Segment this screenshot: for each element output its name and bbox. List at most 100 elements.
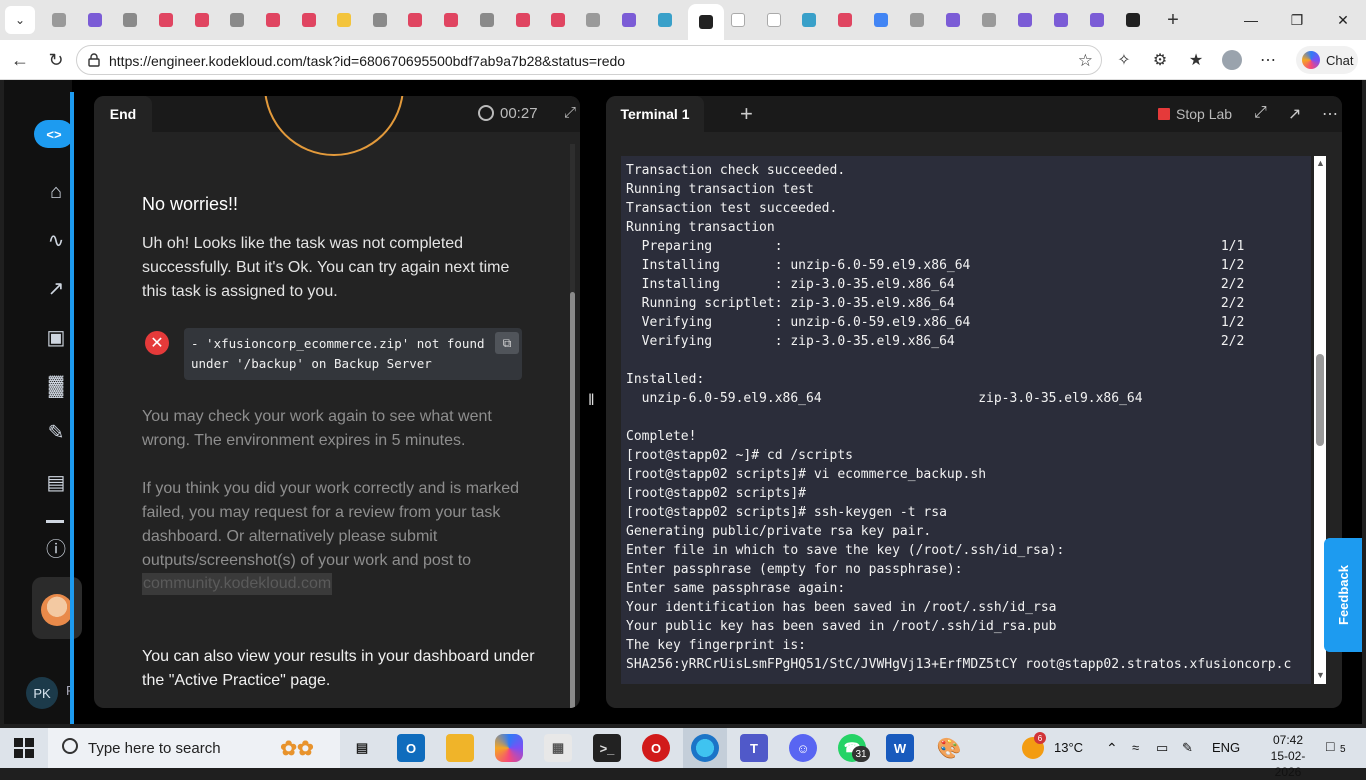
windows-start-icon[interactable] bbox=[14, 738, 34, 758]
browser-tab[interactable] bbox=[1120, 7, 1146, 33]
edge-browser-icon[interactable] bbox=[691, 734, 719, 762]
pen-icon[interactable]: ✎ bbox=[1182, 740, 1193, 756]
close-window-button[interactable]: ✕ bbox=[1320, 0, 1366, 40]
favorites-icon[interactable]: ★ bbox=[1184, 48, 1208, 72]
add-terminal-button[interactable]: + bbox=[740, 101, 753, 127]
browser-tab[interactable] bbox=[545, 7, 571, 33]
profile-avatar[interactable] bbox=[1220, 48, 1244, 72]
browser-tab[interactable] bbox=[260, 7, 286, 33]
copilot-app-icon[interactable] bbox=[495, 734, 523, 762]
teams-icon[interactable]: T bbox=[740, 734, 768, 762]
browser-tab[interactable] bbox=[1012, 7, 1038, 33]
browser-tab[interactable] bbox=[367, 7, 393, 33]
browser-tab[interactable] bbox=[761, 7, 787, 33]
notifications-icon[interactable]: □ bbox=[1326, 738, 1334, 754]
expand-icon[interactable]: ⤢ bbox=[1254, 104, 1267, 122]
back-button[interactable]: ← bbox=[8, 48, 32, 72]
more-options-icon[interactable]: ⋯ bbox=[1256, 48, 1280, 72]
url-text[interactable]: https://engineer.kodekloud.com/task?id=6… bbox=[109, 53, 625, 69]
home-icon[interactable]: ⌂ bbox=[44, 180, 68, 204]
battery-icon[interactable]: ▭ bbox=[1156, 740, 1168, 756]
kodekloud-logo-icon[interactable]: <> bbox=[34, 120, 74, 148]
system-clock[interactable]: 07:42 15-02-2026 bbox=[1258, 732, 1318, 780]
browser-tab[interactable] bbox=[904, 7, 930, 33]
performance-icon[interactable]: ⚙ bbox=[1148, 48, 1172, 72]
browser-tab[interactable] bbox=[725, 7, 751, 33]
browser-tab[interactable] bbox=[940, 7, 966, 33]
progress-chart-icon[interactable]: ↗ bbox=[44, 276, 68, 300]
terminal-scrollbar-thumb[interactable] bbox=[1316, 354, 1324, 446]
browser-tab[interactable] bbox=[510, 7, 536, 33]
discord-icon[interactable]: ☺ bbox=[789, 734, 817, 762]
roadmap-icon[interactable]: ∿ bbox=[44, 228, 68, 252]
tab-actions-menu-button[interactable]: ⌄ bbox=[5, 6, 35, 34]
browser-tab[interactable] bbox=[868, 7, 894, 33]
browser-tab[interactable] bbox=[82, 7, 108, 33]
feedback-note-icon[interactable]: ✎ bbox=[44, 420, 68, 444]
browser-tab[interactable] bbox=[402, 7, 428, 33]
browser-tab[interactable] bbox=[46, 7, 72, 33]
site-info-icon[interactable] bbox=[87, 53, 101, 67]
microsoft-store-icon[interactable]: ▦ bbox=[544, 734, 572, 762]
browser-tab[interactable] bbox=[438, 7, 464, 33]
browser-tab[interactable] bbox=[296, 7, 322, 33]
browser-tab[interactable] bbox=[616, 7, 642, 33]
scroll-down-arrow-icon[interactable]: ▼ bbox=[1316, 670, 1325, 680]
stop-icon[interactable] bbox=[1158, 108, 1170, 120]
tab-favicon-icon bbox=[337, 13, 351, 27]
community-link[interactable]: community.kodekloud.com bbox=[142, 573, 333, 595]
expand-icon[interactable]: ⤢ bbox=[564, 104, 576, 121]
task-panel-scrollbar-thumb[interactable] bbox=[570, 292, 575, 708]
browser-tab[interactable] bbox=[796, 7, 822, 33]
terminal-output[interactable]: Transaction check succeeded. Running tran… bbox=[621, 156, 1311, 684]
language-indicator[interactable]: ENG bbox=[1212, 740, 1240, 755]
outlook-icon[interactable]: O bbox=[397, 734, 425, 762]
word-icon[interactable]: W bbox=[886, 734, 914, 762]
more-options-icon[interactable]: ⋯ bbox=[1322, 104, 1338, 124]
paint-icon[interactable]: 🎨 bbox=[935, 734, 963, 762]
browser-tab[interactable] bbox=[153, 7, 179, 33]
videos-icon[interactable]: ▣ bbox=[44, 325, 68, 349]
browser-tab[interactable] bbox=[331, 7, 357, 33]
panel-resize-handle[interactable]: ‖ bbox=[588, 392, 596, 410]
open-external-icon[interactable]: ↗ bbox=[1288, 104, 1301, 124]
browser-tab[interactable] bbox=[580, 7, 606, 33]
copilot-chat-button[interactable]: Chat bbox=[1296, 46, 1358, 74]
url-field[interactable]: https://engineer.kodekloud.com/task?id=6… bbox=[76, 45, 1102, 75]
tab-end[interactable]: End bbox=[94, 96, 152, 132]
favorite-star-icon[interactable]: ☆ bbox=[1078, 51, 1093, 71]
network-icon[interactable]: ≈ bbox=[1132, 740, 1139, 755]
browser-tab[interactable] bbox=[189, 7, 215, 33]
temperature-text[interactable]: 13°C bbox=[1054, 740, 1083, 755]
tab-terminal-1[interactable]: Terminal 1 bbox=[606, 96, 704, 132]
browser-tab[interactable] bbox=[474, 7, 500, 33]
extensions-icon[interactable]: ✧ bbox=[1112, 48, 1136, 72]
file-explorer-icon[interactable] bbox=[446, 734, 474, 762]
minimize-button[interactable]: — bbox=[1228, 0, 1274, 40]
stop-lab-button[interactable]: Stop Lab bbox=[1176, 106, 1232, 122]
browser-tab[interactable] bbox=[688, 4, 724, 40]
feedback-button[interactable]: Feedback bbox=[1324, 538, 1362, 652]
terminal-app-icon[interactable]: >_ bbox=[593, 734, 621, 762]
new-tab-button[interactable]: + bbox=[1160, 7, 1186, 33]
refresh-button[interactable]: ↻ bbox=[44, 48, 68, 72]
user-avatar[interactable] bbox=[41, 594, 73, 626]
browser-tab[interactable] bbox=[976, 7, 1002, 33]
browser-tab[interactable] bbox=[1048, 7, 1074, 33]
docs-book-icon[interactable]: ▤ bbox=[44, 470, 68, 494]
task-view-icon[interactable]: ▤ bbox=[348, 734, 376, 762]
taskbar-search-placeholder[interactable]: Type here to search bbox=[88, 740, 221, 757]
user-initials-avatar[interactable]: PK bbox=[26, 677, 58, 709]
opera-icon[interactable]: O bbox=[642, 734, 670, 762]
browser-tab[interactable] bbox=[224, 7, 250, 33]
leaderboard-icon[interactable]: ▓ bbox=[44, 374, 68, 398]
scroll-up-arrow-icon[interactable]: ▲ bbox=[1316, 158, 1325, 168]
restore-button[interactable]: ❐ bbox=[1274, 0, 1320, 40]
help-icon[interactable]: ⓘ bbox=[44, 535, 68, 561]
copy-icon[interactable]: ⧉ bbox=[495, 332, 519, 354]
show-hidden-icons-icon[interactable]: ⌃ bbox=[1106, 740, 1118, 757]
browser-tab[interactable] bbox=[1084, 7, 1110, 33]
browser-tab[interactable] bbox=[832, 7, 858, 33]
browser-tab[interactable] bbox=[652, 7, 678, 33]
browser-tab[interactable] bbox=[117, 7, 143, 33]
